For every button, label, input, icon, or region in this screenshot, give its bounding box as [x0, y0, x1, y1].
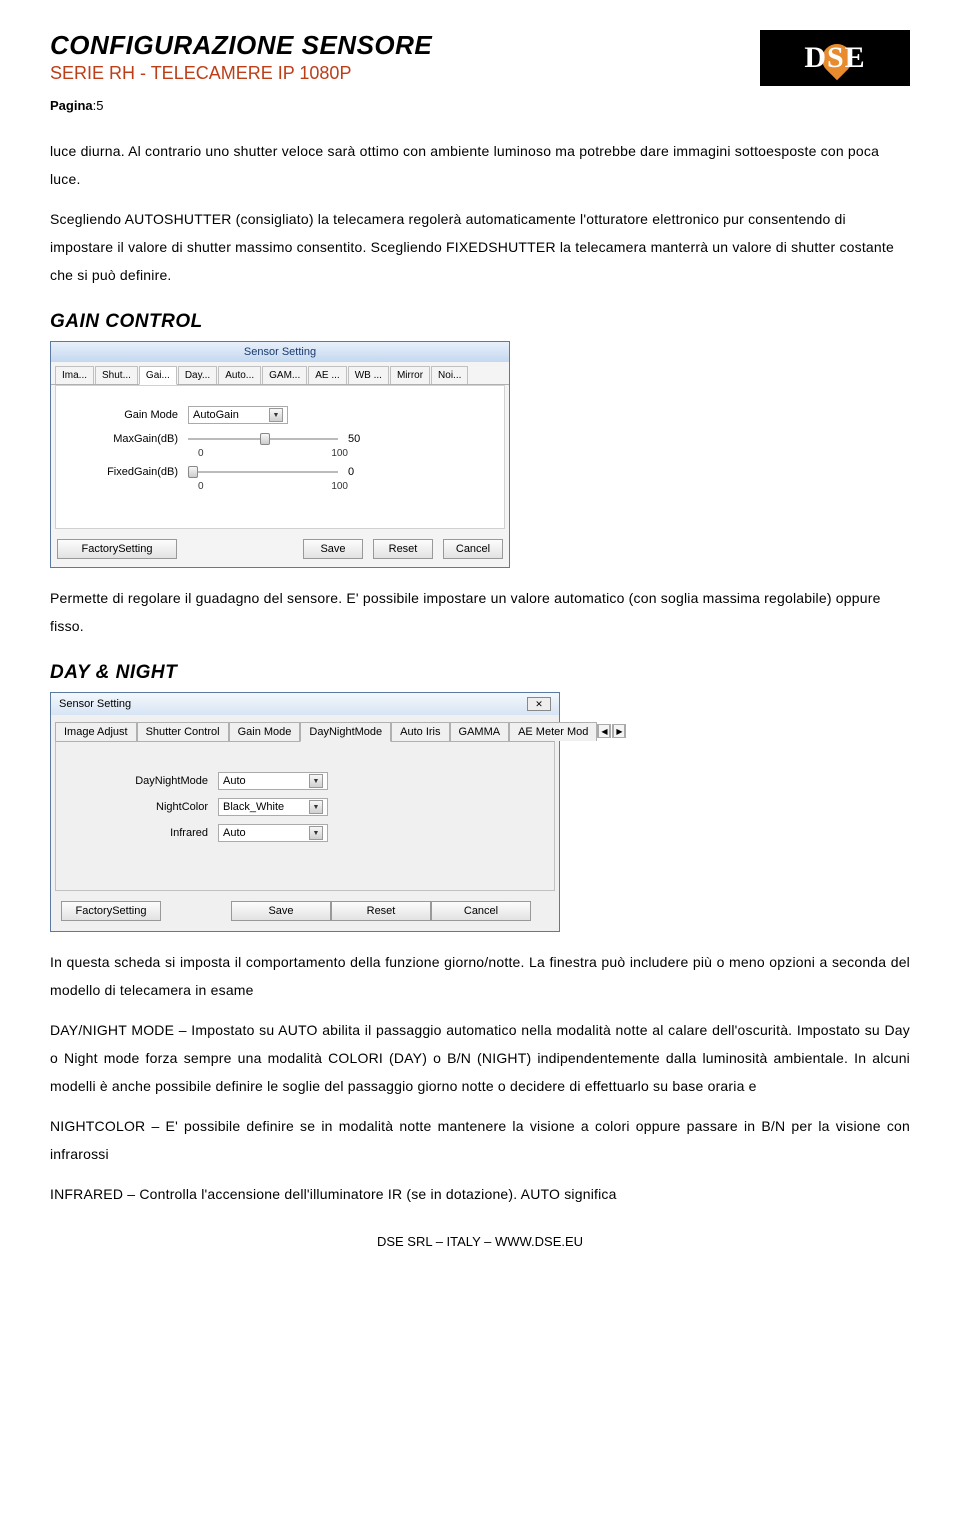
tab-auto[interactable]: Auto... [218, 366, 261, 384]
tab-gain-mode[interactable]: Gain Mode [229, 722, 301, 741]
dn-para4: INFRARED – Controlla l'accensione dell'i… [50, 1180, 910, 1208]
infrared-select[interactable]: Auto ▼ [218, 824, 328, 842]
slider-thumb-icon[interactable] [188, 466, 198, 478]
tab-noise[interactable]: Noi... [431, 366, 468, 384]
daynight-dialog-tabs: Image Adjust Shutter Control Gain Mode D… [51, 715, 559, 741]
nightcolor-label: NightColor [68, 801, 218, 813]
gain-dialog-tabs: Ima... Shut... Gai... Day... Auto... GAM… [51, 362, 509, 385]
gain-dialog-title: Sensor Setting [51, 342, 509, 362]
daynight-dialog-footer: FactorySetting Save Reset Cancel [51, 897, 559, 931]
factory-setting-button-2[interactable]: FactorySetting [61, 901, 161, 921]
daynight-dialog-titlebar: Sensor Setting ✕ [51, 693, 559, 715]
tab-scroll-left[interactable]: ◀ [597, 724, 611, 738]
tab-scroll-right[interactable]: ▶ [612, 724, 626, 738]
gain-paragraph: Permette di regolare il guadagno del sen… [50, 584, 910, 640]
fixedgain-max: 100 [331, 481, 348, 492]
tab-gamma-2[interactable]: GAMMA [450, 722, 510, 741]
tab-gamma[interactable]: GAM... [262, 366, 307, 384]
dn-para2: DAY/NIGHT MODE – Impostato su AUTO abili… [50, 1016, 910, 1100]
fixedgain-slider[interactable] [188, 465, 338, 479]
daynight-mode-select[interactable]: Auto ▼ [218, 772, 328, 790]
gain-dialog: Sensor Setting Ima... Shut... Gai... Day… [50, 341, 510, 568]
maxgain-label: MaxGain(dB) [68, 433, 188, 445]
paragraph-intro1: luce diurna. Al contrario uno shutter ve… [50, 137, 910, 193]
daynight-mode-value: Auto [223, 775, 246, 787]
tab-ae[interactable]: AE ... [308, 366, 346, 384]
fixedgain-min: 0 [198, 481, 204, 492]
pagina-num: :5 [93, 98, 104, 113]
chevron-down-icon: ▼ [309, 800, 323, 814]
chevron-down-icon: ▼ [309, 774, 323, 788]
tab-ae-meter[interactable]: AE Meter Mod [509, 722, 597, 741]
arrow-left-icon: ◀ [598, 724, 610, 738]
tab-shutter[interactable]: Shut... [95, 366, 138, 384]
gain-mode-select[interactable]: AutoGain ▼ [188, 406, 288, 424]
nightcolor-select[interactable]: Black_White ▼ [218, 798, 328, 816]
daynight-mode-label: DayNightMode [68, 775, 218, 787]
infrared-label: Infrared [68, 827, 218, 839]
slider-thumb-icon[interactable] [260, 433, 270, 445]
fixedgain-ticks: 0 100 [198, 481, 348, 492]
doc-title: CONFIGURAZIONE SENSORE [50, 30, 432, 61]
reset-button[interactable]: Reset [373, 539, 433, 559]
doc-subtitle: SERIE RH - TELECAMERE IP 1080P [50, 63, 432, 84]
infrared-value: Auto [223, 827, 246, 839]
tab-mirror[interactable]: Mirror [390, 366, 430, 384]
maxgain-value: 50 [348, 433, 360, 445]
tab-day[interactable]: Day... [178, 366, 217, 384]
tab-auto-iris[interactable]: Auto Iris [391, 722, 449, 741]
dn-para1: In questa scheda si imposta il comportam… [50, 948, 910, 1004]
dse-logo: DSE [760, 30, 910, 86]
nightcolor-value: Black_White [223, 801, 284, 813]
header-left: CONFIGURAZIONE SENSORE SERIE RH - TELECA… [50, 30, 432, 84]
daynight-dialog-body: DayNightMode Auto ▼ NightColor Black_Whi… [55, 741, 555, 891]
document-header: CONFIGURAZIONE SENSORE SERIE RH - TELECA… [50, 30, 910, 86]
save-button-2[interactable]: Save [231, 901, 331, 921]
maxgain-min: 0 [198, 448, 204, 459]
page-number: Pagina:5 [50, 98, 910, 113]
cancel-button[interactable]: Cancel [443, 539, 503, 559]
close-button[interactable]: ✕ [527, 697, 551, 711]
chevron-down-icon: ▼ [269, 408, 283, 422]
fixedgain-value: 0 [348, 466, 354, 478]
logo-text: DSE [804, 41, 865, 75]
tab-wb[interactable]: WB ... [348, 366, 389, 384]
gain-mode-label: Gain Mode [68, 409, 188, 421]
reset-button-2[interactable]: Reset [331, 901, 431, 921]
tab-daynight-mode[interactable]: DayNightMode [300, 722, 391, 742]
save-button[interactable]: Save [303, 539, 363, 559]
paragraph-intro2: Scegliendo AUTOSHUTTER (consigliato) la … [50, 205, 910, 289]
fixedgain-label: FixedGain(dB) [68, 466, 188, 478]
day-night-heading: DAY & NIGHT [50, 662, 910, 684]
maxgain-slider[interactable] [188, 432, 338, 446]
maxgain-max: 100 [331, 448, 348, 459]
tab-image[interactable]: Ima... [55, 366, 94, 384]
tab-image-adjust[interactable]: Image Adjust [55, 722, 137, 741]
cancel-button-2[interactable]: Cancel [431, 901, 531, 921]
tab-shutter-control[interactable]: Shutter Control [137, 722, 229, 741]
chevron-down-icon: ▼ [309, 826, 323, 840]
tab-gain[interactable]: Gai... [139, 366, 177, 385]
daynight-dialog: Sensor Setting ✕ Image Adjust Shutter Co… [50, 692, 560, 932]
gain-mode-value: AutoGain [193, 409, 239, 421]
arrow-right-icon: ▶ [613, 724, 625, 738]
daynight-dialog-title: Sensor Setting [59, 698, 131, 710]
gain-dialog-footer: FactorySetting Save Reset Cancel [51, 535, 509, 567]
gain-control-heading: GAIN CONTROL [50, 311, 910, 333]
factory-setting-button[interactable]: FactorySetting [57, 539, 177, 559]
pagina-label: Pagina [50, 98, 93, 113]
page-footer: DSE SRL – ITALY – WWW.DSE.EU [50, 1234, 910, 1249]
close-icon: ✕ [535, 699, 543, 710]
dn-para3: NIGHTCOLOR – E' possibile definire se in… [50, 1112, 910, 1168]
tab-nav: ◀ ▶ [597, 724, 630, 738]
maxgain-ticks: 0 100 [198, 448, 348, 459]
gain-dialog-body: Gain Mode AutoGain ▼ MaxGain(dB) 50 0 10… [55, 385, 505, 529]
